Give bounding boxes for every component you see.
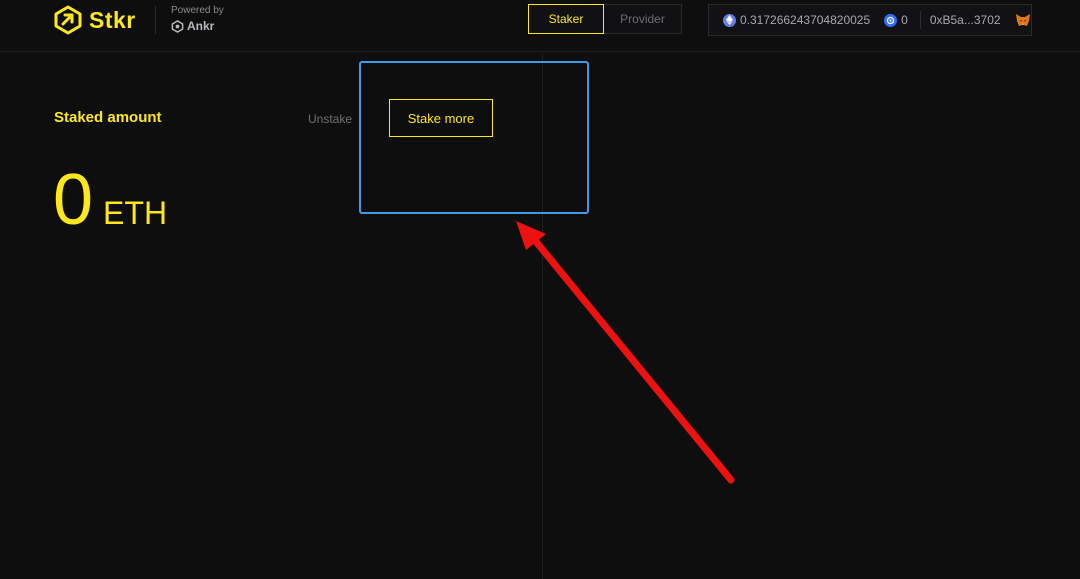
tab-staker[interactable]: Staker <box>528 4 604 34</box>
stkr-logo[interactable]: Stkr <box>53 4 136 36</box>
header-divider <box>155 6 156 34</box>
tab-provider[interactable]: Provider <box>604 4 682 34</box>
wallet-address[interactable]: 0xB5a...3702 <box>930 13 1001 27</box>
powered-by: Powered by Ankr <box>171 5 224 33</box>
ankr-logo-icon <box>171 19 184 33</box>
ankr-balance: 0 <box>901 13 908 27</box>
ankr-brand: Ankr <box>171 19 224 33</box>
staked-amount-number: 0 <box>53 160 94 240</box>
staked-amount-label: Staked amount <box>54 109 162 126</box>
staked-amount-unit: ETH <box>103 195 168 231</box>
unstake-button[interactable]: Unstake <box>308 112 352 126</box>
stkr-logo-icon <box>54 5 82 35</box>
ankr-text: Ankr <box>187 19 215 33</box>
eth-icon <box>723 13 736 27</box>
metamask-fox-icon <box>1015 14 1030 26</box>
eth-balance: 0.317266243704820025 <box>740 13 871 27</box>
annotation-highlight-box <box>359 61 589 214</box>
bnb-icon <box>884 13 898 27</box>
top-header: Stkr Powered by Ankr Staker Provider 0.3… <box>0 0 1080 52</box>
wallet-info[interactable]: 0.317266243704820025 0 0xB5a...3702 <box>708 4 1032 36</box>
role-tabs: Staker Provider <box>528 4 682 34</box>
logo-text: Stkr <box>89 6 136 33</box>
staked-amount-value: 0 ETH <box>53 160 167 240</box>
wallet-divider <box>919 11 921 29</box>
powered-by-label: Powered by <box>171 5 224 16</box>
